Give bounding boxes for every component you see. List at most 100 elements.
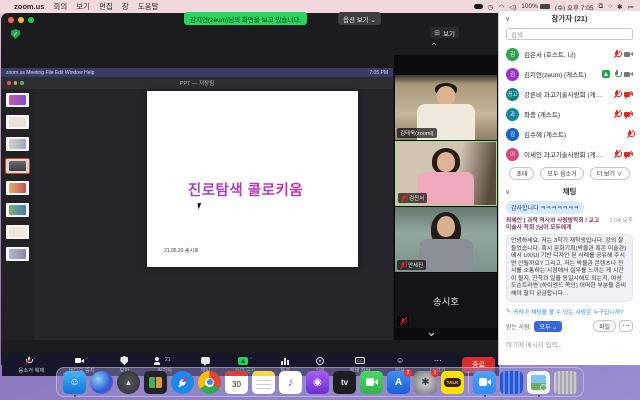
- clock-icon[interactable]: ◷: [488, 3, 494, 11]
- macos-dock: ☺ ▲ 30 ♪ ◉ tv A2 ✱1 TALK: [56, 367, 584, 397]
- zoom-app-icon[interactable]: [473, 371, 496, 394]
- participants-chevron-icon[interactable]: ⌃: [172, 356, 176, 365]
- safari-icon[interactable]: [171, 371, 194, 394]
- display-icon[interactable]: ⧉: [598, 3, 603, 11]
- participant-row[interactable]: 김 김은서 (호스트, 나): [499, 44, 640, 64]
- system-preferences-icon[interactable]: ✱1: [414, 371, 437, 394]
- chrome-icon[interactable]: [198, 371, 221, 394]
- chat-input[interactable]: 여기에 메시지 입력...: [506, 339, 633, 349]
- notes-icon[interactable]: [252, 371, 275, 394]
- participant-search-input[interactable]: 검색: [506, 28, 633, 40]
- menu-edit[interactable]: 편집: [99, 1, 113, 12]
- slide-thumbnail[interactable]: [6, 225, 29, 239]
- music-icon[interactable]: ♪: [279, 371, 302, 394]
- chat-more-button[interactable]: ⋯: [619, 320, 633, 332]
- menubar-datetime[interactable]: (수) 오후 7:05: [555, 2, 594, 12]
- video-tile-2-active-speaker[interactable]: 김진서: [395, 141, 497, 206]
- slide-thumbnail[interactable]: [6, 137, 29, 151]
- siri-icon[interactable]: [90, 371, 113, 394]
- participant-row[interactable]: 김 김수혜 (게스트): [499, 124, 640, 144]
- kakaotalk-icon[interactable]: TALK: [441, 371, 464, 394]
- slide-thumbnail[interactable]: [6, 181, 29, 195]
- video-tile-3[interactable]: 안세진: [395, 207, 497, 272]
- recipient-select[interactable]: 모두 ⌄: [534, 321, 562, 332]
- control-center-icon[interactable]: ≔: [628, 3, 635, 11]
- chat-privacy-link[interactable]: ✎ 귀하가 채팅을 볼 수 있는 사람은 누구입니까?: [506, 307, 633, 316]
- scroll-videos-up-icon[interactable]: ⌃: [430, 42, 438, 53]
- chat-sender: 최혜인 [ 과학 역사와 사랑방학회 / 교고 미술사 학회 ]님이 모두에게: [506, 218, 599, 231]
- participant-row[interactable]: 김 김지연(zeum) (게스트): [499, 64, 640, 84]
- facetime-icon[interactable]: [360, 371, 383, 394]
- more-icon: ⋯: [434, 356, 442, 365]
- mission-control-icon[interactable]: [144, 371, 167, 394]
- participants-header: ∨ 참가자 (21): [499, 11, 640, 26]
- unmute-button[interactable]: ⌃ 음소거 해제: [6, 356, 57, 374]
- scroll-videos-down-icon[interactable]: ⌄: [426, 324, 437, 340]
- collapse-participants-icon[interactable]: ∨: [505, 15, 510, 23]
- unmute-label: 음소거 해제: [18, 366, 44, 374]
- privacy-link-text: 귀하가 채팅을 볼 수 있는 사람은 누구입니까?: [513, 307, 624, 316]
- view-options-button[interactable]: 옵션 보기 ⌄: [338, 12, 381, 25]
- finder-icon[interactable]: ☺: [63, 371, 86, 394]
- ppt-titlebar: PPT — 저장됨: [1, 77, 393, 89]
- minimize-window-button[interactable]: [18, 17, 24, 23]
- menu-meeting[interactable]: 회의: [53, 1, 67, 12]
- mic-options-chevron-icon[interactable]: ⌃: [33, 356, 37, 365]
- video-tile-4-camera-off[interactable]: 송시호: [395, 273, 497, 328]
- video-tile-1[interactable]: 김태욱(zoomi): [395, 75, 497, 140]
- screen-share-banner: 김지연(zeum)님의 화면을 보고 있습니다.: [184, 12, 307, 25]
- participant-row[interactable]: 과 좌충 (게스트): [499, 104, 640, 124]
- reactions-icon: ☺: [396, 356, 404, 365]
- mute-all-button[interactable]: 모두 음소거: [540, 167, 583, 180]
- participant-name: 이세인 과고기술사랑회 (게스트): [524, 149, 608, 159]
- view-mode-button[interactable]: ⊞ 보기: [430, 27, 459, 38]
- screen-record-indicator-icon[interactable]: [474, 4, 483, 9]
- volume-icon[interactable]: ◁): [509, 3, 516, 11]
- participant-row[interactable]: 이 이세인 과고기술사랑회 (게스트): [499, 144, 640, 164]
- mic-on-icon: [614, 70, 620, 78]
- siri-icon[interactable]: ✱: [617, 3, 622, 11]
- preview-icon[interactable]: [527, 371, 550, 394]
- slide-thumbnail[interactable]: [6, 93, 29, 107]
- file-attach-button[interactable]: 파일: [593, 320, 616, 332]
- slide-thumbnail[interactable]: [6, 247, 29, 261]
- slide-thumbnail[interactable]: [6, 115, 29, 129]
- menu-window[interactable]: 창: [122, 1, 129, 12]
- battery-indicator[interactable]: 100%: [521, 3, 550, 10]
- closed-caption-icon: CC: [355, 357, 365, 364]
- share-options-chevron-icon[interactable]: ⌃: [249, 356, 253, 365]
- chat-messages[interactable]: 감사합니다 ㅋㅋㅋㅋㅋㅋㅋ 최혜인 [ 과학 역사와 사랑방학회 / 교고 미술…: [499, 199, 640, 365]
- fullscreen-window-button[interactable]: [28, 17, 34, 23]
- avatar: 김: [506, 128, 519, 141]
- calendar-icon[interactable]: 30: [225, 371, 248, 394]
- wifi-icon[interactable]: ◠: [498, 3, 504, 11]
- spotlight-icon[interactable]: ○: [608, 3, 612, 10]
- video-name-label: 김태욱(zoomi): [397, 128, 437, 138]
- app-store-icon[interactable]: A2: [387, 371, 410, 394]
- menu-view[interactable]: 보기: [76, 1, 90, 12]
- launchpad-icon[interactable]: ▲: [117, 371, 140, 394]
- invite-button[interactable]: 초대: [509, 167, 534, 180]
- presenter-menubar-time: 7:05 PM: [369, 70, 388, 76]
- encryption-shield-icon[interactable]: ✓: [11, 29, 20, 39]
- close-window-button[interactable]: [8, 17, 14, 23]
- share-screen-icon: [238, 357, 248, 365]
- slide-title: 진로탐색 콜로키움: [147, 179, 344, 200]
- participant-name: 김지연(zeum) (게스트): [524, 69, 586, 79]
- apple-tv-icon[interactable]: tv: [333, 371, 356, 394]
- library-app-icon[interactable]: [500, 371, 523, 394]
- trash-icon[interactable]: [554, 371, 577, 394]
- podcasts-icon[interactable]: ◉: [306, 371, 329, 394]
- participant-name: 좌충 (게스트): [524, 109, 560, 119]
- menu-help[interactable]: 도움말: [138, 1, 159, 12]
- menubar-app-name[interactable]: zoom.us: [14, 2, 44, 11]
- slide-thumbnail[interactable]: [6, 203, 29, 217]
- slide-thumbnail-selected[interactable]: [6, 159, 29, 173]
- presenter-menubar-menus: zoom.us Meeting File Edit Window Help: [6, 70, 94, 76]
- avatar: 김: [506, 68, 519, 81]
- collapse-chat-icon[interactable]: ∨: [505, 188, 510, 196]
- participant-name: 송시호: [433, 294, 459, 308]
- video-options-chevron-icon[interactable]: ⌃: [85, 356, 89, 365]
- participants-more-button[interactable]: 더 보기 ∨: [590, 167, 630, 180]
- participant-row[interactable]: 공고 강른비 과고기술사랑회 (게스트): [499, 84, 640, 104]
